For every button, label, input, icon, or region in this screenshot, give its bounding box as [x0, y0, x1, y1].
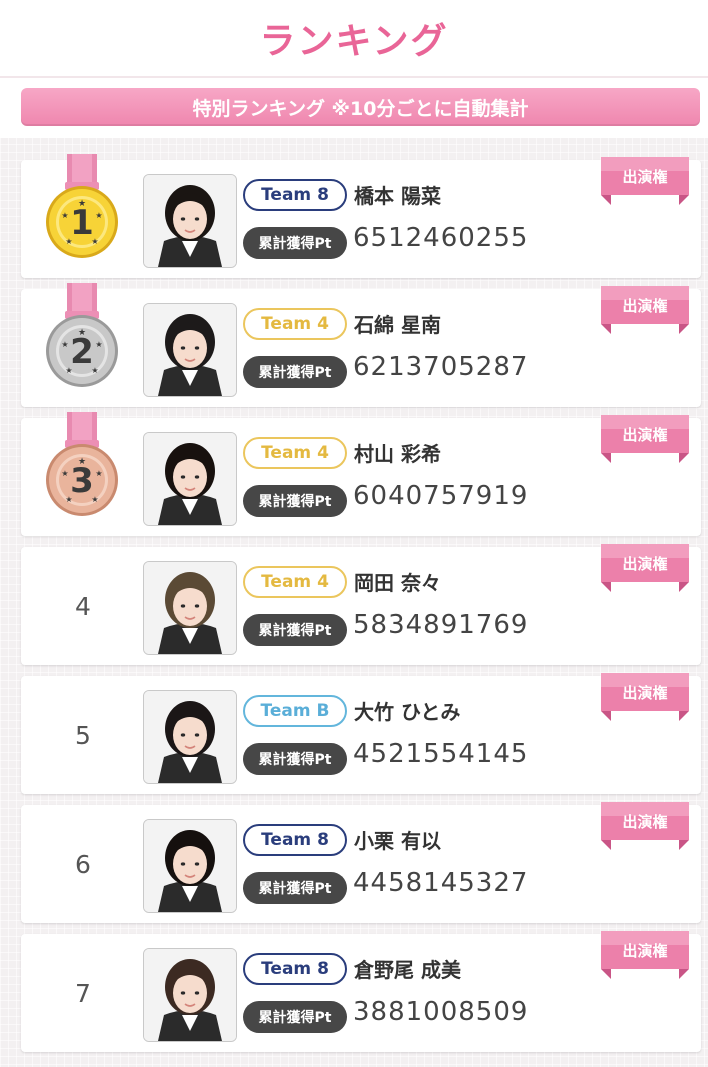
entitlement-label: 出演権: [622, 167, 668, 186]
points-value: 6040757919: [353, 481, 529, 511]
svg-text:★: ★: [78, 457, 86, 467]
team-badge: Team 8: [243, 179, 347, 211]
member-name[interactable]: 石綿 星南: [354, 309, 441, 338]
svg-text:★: ★: [61, 340, 68, 349]
svg-text:★: ★: [91, 237, 98, 246]
team-badge: Team B: [243, 695, 347, 727]
rank-number: 6: [75, 849, 91, 879]
points-value: 6512460255: [353, 223, 529, 253]
member-photo[interactable]: [143, 561, 237, 655]
points-label: 累計獲得Pt: [243, 743, 347, 775]
svg-text:1: 1: [70, 203, 94, 243]
points-label: 累計獲得Pt: [243, 614, 347, 646]
member-name[interactable]: 小栗 有以: [354, 825, 441, 854]
svg-text:★: ★: [95, 340, 102, 349]
svg-text:★: ★: [78, 199, 86, 209]
ranking-card[interactable]: 4 Team 4 岡田 奈々 累計獲得Pt 5834891769 出演権: [21, 544, 701, 665]
entitlement-label: 出演権: [622, 812, 668, 831]
svg-text:★: ★: [65, 366, 72, 375]
rank-number: 5: [75, 720, 91, 750]
bronze-medal-icon: 3 ★ ★ ★ ★ ★: [43, 412, 121, 520]
team-badge: Team 4: [243, 437, 347, 469]
member-photo[interactable]: [143, 690, 237, 784]
entitlement-ribbon: 出演権: [601, 931, 689, 979]
rank-number: 7: [75, 978, 91, 1008]
points-label: 累計獲得Pt: [243, 485, 347, 517]
points-value: 4521554145: [353, 739, 529, 769]
entitlement-label: 出演権: [622, 683, 668, 702]
ranking-subtitle-banner: 特別ランキング ※10分ごとに自動集計: [21, 88, 700, 126]
entitlement-ribbon: 出演権: [601, 157, 689, 205]
svg-text:3: 3: [70, 461, 94, 501]
ranking-card[interactable]: 3 ★ ★ ★ ★ ★ Team 4 村山 彩希 累計獲得Pt 60407579…: [21, 412, 701, 536]
points-label: 累計獲得Pt: [243, 1001, 347, 1033]
member-name[interactable]: 大竹 ひとみ: [354, 696, 460, 725]
entitlement-ribbon: 出演権: [601, 286, 689, 334]
member-name[interactable]: 橋本 陽菜: [354, 180, 441, 209]
points-value: 5834891769: [353, 610, 529, 640]
ranking-list: 1 ★ ★ ★ ★ ★ Team 8 橋本 陽菜 累計獲得Pt 65124602…: [0, 138, 708, 1067]
member-photo[interactable]: [143, 174, 237, 268]
svg-text:★: ★: [91, 366, 98, 375]
page-header: ランキング: [0, 0, 708, 78]
entitlement-ribbon: 出演権: [601, 544, 689, 592]
svg-text:2: 2: [70, 332, 94, 372]
member-photo[interactable]: [143, 819, 237, 913]
points-label: 累計獲得Pt: [243, 872, 347, 904]
svg-text:★: ★: [61, 211, 68, 220]
svg-text:★: ★: [91, 495, 98, 504]
entitlement-ribbon: 出演権: [601, 673, 689, 721]
ranking-card[interactable]: 2 ★ ★ ★ ★ ★ Team 4 石綿 星南 累計獲得Pt 62137052…: [21, 283, 701, 407]
entitlement-ribbon: 出演権: [601, 802, 689, 850]
team-badge: Team 4: [243, 566, 347, 598]
team-badge: Team 8: [243, 824, 347, 856]
entitlement-label: 出演権: [622, 941, 668, 960]
page-title: ランキング: [259, 21, 449, 62]
entitlement-label: 出演権: [622, 554, 668, 573]
ranking-card[interactable]: 7 Team 8 倉野尾 成美 累計獲得Pt 3881008509 出演権: [21, 931, 701, 1052]
points-label: 累計獲得Pt: [243, 227, 347, 259]
points-label: 累計獲得Pt: [243, 356, 347, 388]
team-badge: Team 8: [243, 953, 347, 985]
ranking-card[interactable]: 6 Team 8 小栗 有以 累計獲得Pt 4458145327 出演権: [21, 802, 701, 923]
entitlement-label: 出演権: [622, 425, 668, 444]
team-badge: Team 4: [243, 308, 347, 340]
member-photo[interactable]: [143, 948, 237, 1042]
banner-band: 特別ランキング ※10分ごとに自動集計: [0, 78, 708, 138]
ranking-card[interactable]: 1 ★ ★ ★ ★ ★ Team 8 橋本 陽菜 累計獲得Pt 65124602…: [21, 154, 701, 278]
svg-text:★: ★: [78, 328, 86, 338]
member-name[interactable]: 岡田 奈々: [354, 567, 441, 596]
points-value: 4458145327: [353, 868, 529, 898]
svg-text:★: ★: [95, 211, 102, 220]
member-photo[interactable]: [143, 432, 237, 526]
gold-medal-icon: 1 ★ ★ ★ ★ ★: [43, 154, 121, 262]
svg-text:★: ★: [65, 495, 72, 504]
entitlement-ribbon: 出演権: [601, 415, 689, 463]
svg-text:★: ★: [95, 469, 102, 478]
ranking-card[interactable]: 5 Team B 大竹 ひとみ 累計獲得Pt 4521554145 出演権: [21, 673, 701, 794]
svg-text:★: ★: [61, 469, 68, 478]
entitlement-label: 出演権: [622, 296, 668, 315]
svg-text:★: ★: [65, 237, 72, 246]
points-value: 6213705287: [353, 352, 529, 382]
member-photo[interactable]: [143, 303, 237, 397]
points-value: 3881008509: [353, 997, 529, 1027]
rank-number: 4: [75, 591, 91, 621]
silver-medal-icon: 2 ★ ★ ★ ★ ★: [43, 283, 121, 391]
member-name[interactable]: 村山 彩希: [354, 438, 441, 467]
member-name[interactable]: 倉野尾 成美: [354, 954, 461, 983]
